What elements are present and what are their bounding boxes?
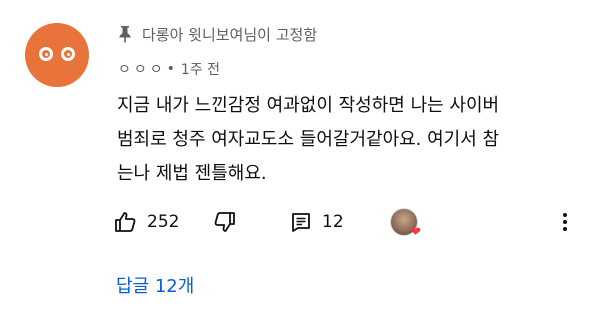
thumbs-down-icon bbox=[214, 212, 235, 232]
pinned-indicator: 다롱아 윗니보여님이 고정함 bbox=[118, 22, 317, 46]
comment-icon bbox=[292, 213, 310, 232]
pinned-label: 다롱아 윗니보여님이 고정함 bbox=[142, 25, 318, 44]
pin-icon bbox=[119, 26, 131, 43]
avatar-eye-right bbox=[61, 47, 75, 61]
comment-timestamp[interactable]: 1주 전 bbox=[181, 59, 220, 79]
avatar[interactable] bbox=[25, 23, 89, 87]
author-name[interactable]: ㅇㅇㅇ bbox=[118, 59, 166, 79]
thumbs-up-icon bbox=[115, 212, 136, 232]
more-vertical-icon bbox=[563, 213, 567, 231]
meta-separator: • bbox=[166, 61, 175, 77]
dislike-button[interactable] bbox=[213, 206, 237, 238]
avatar-eye-left bbox=[39, 47, 53, 61]
creator-heart-badge: ❤ bbox=[390, 208, 421, 240]
reply-count: 12 bbox=[322, 212, 344, 232]
more-actions-button[interactable] bbox=[553, 210, 577, 234]
like-count: 252 bbox=[147, 212, 180, 232]
comment-meta: ㅇㅇㅇ • 1주 전 bbox=[118, 59, 220, 79]
comment-actions: 252 12 ❤ bbox=[113, 206, 583, 240]
heart-icon: ❤ bbox=[410, 225, 421, 240]
like-button[interactable]: 252 bbox=[113, 206, 179, 238]
comment-text: 지금 내가 느낀감정 여과없이 작성하면 나는 사이버 범죄로 청주 여자교도소… bbox=[117, 95, 500, 184]
reply-button[interactable]: 12 bbox=[290, 206, 344, 238]
view-replies-link[interactable]: 답글 12개 bbox=[116, 272, 194, 298]
